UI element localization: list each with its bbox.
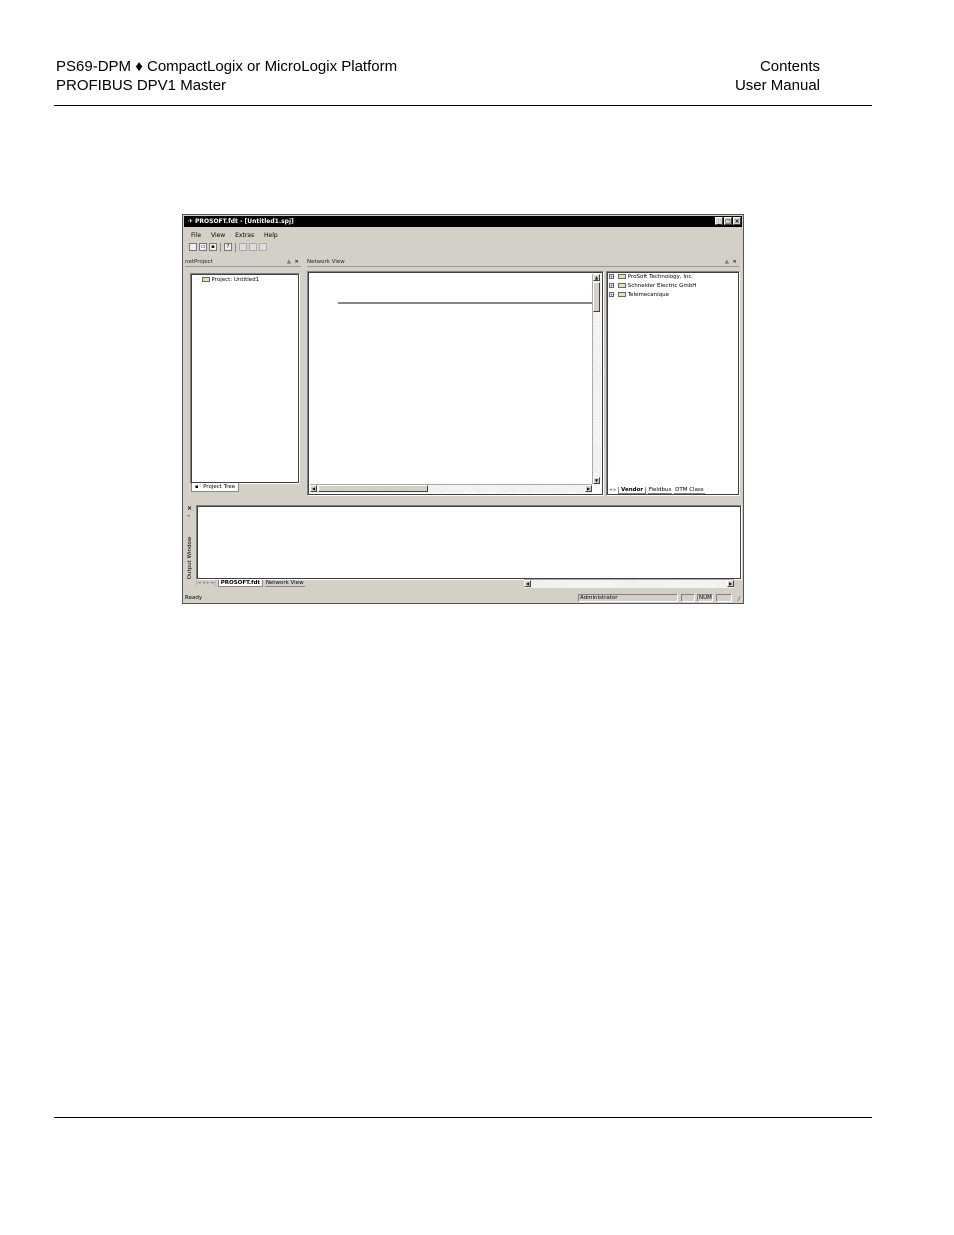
catalog-tree[interactable]: +· ProSoft Technology, Inc. +· Schneider E… xyxy=(606,271,740,496)
close-icon[interactable]: × xyxy=(733,217,741,225)
menu-file[interactable]: File xyxy=(191,232,201,239)
tree-item-vendor[interactable]: +· ProSoft Technology, Inc. xyxy=(609,274,693,281)
tab-nav-icon[interactable]: |◂ ◂ ▸ ▸| xyxy=(196,580,216,586)
tab-dtm-class[interactable]: DTM Class xyxy=(674,487,705,494)
collapse-icon[interactable]: ▲ xyxy=(725,259,729,266)
network-icon[interactable] xyxy=(239,243,247,251)
vertical-scrollbar[interactable]: ▲ ▼ xyxy=(592,274,601,484)
folder-icon xyxy=(617,274,626,279)
menu-view[interactable]: View xyxy=(211,232,225,239)
menu-extras[interactable]: Extras xyxy=(235,232,254,239)
new-file-icon[interactable] xyxy=(189,243,197,251)
header-rule xyxy=(54,105,872,106)
device-icon[interactable] xyxy=(249,243,257,251)
tab-project-tree[interactable]: ▪⁖ Project Tree xyxy=(191,483,240,492)
collapse-icon[interactable]: ◂ xyxy=(187,513,190,519)
tree-item-label: Project: Untitled1 xyxy=(211,277,260,283)
page-header-left: PS69-DPM ♦ CompactLogix or MicroLogix Pl… xyxy=(56,57,397,95)
menu-bar: File View Extras Help xyxy=(191,231,286,240)
horizontal-scrollbar[interactable]: ◀ ▶ xyxy=(310,484,592,493)
toolbar-separator xyxy=(220,243,221,252)
section-name: Contents xyxy=(759,58,820,75)
output-window[interactable] xyxy=(196,505,742,580)
close-pane-icon[interactable]: × xyxy=(294,259,299,266)
maximize-icon[interactable]: □ xyxy=(724,217,732,225)
manual-type: User Manual xyxy=(734,77,820,94)
output-tabs: |◂ ◂ ▸ ▸| PROSOFT.fdt Network View ◀ ▶ xyxy=(196,579,742,589)
scroll-up-icon[interactable]: ▲ xyxy=(593,274,600,281)
bus-line xyxy=(338,302,594,304)
minimize-icon[interactable]: _ xyxy=(715,217,723,225)
tree-item-vendor[interactable]: +· Schneider Electric GmbH xyxy=(609,283,696,290)
tab-label: Project Tree xyxy=(203,484,236,490)
folder-icon xyxy=(617,292,626,297)
app-icon: ✈ xyxy=(187,218,194,225)
status-text: Ready xyxy=(185,595,203,601)
open-folder-icon[interactable]: ▭ xyxy=(199,243,207,251)
tree-tab-icon: ▪⁖ xyxy=(195,484,202,490)
tab-network-view[interactable]: Network View xyxy=(264,580,305,587)
menu-help[interactable]: Help xyxy=(264,232,278,239)
resize-grip-icon[interactable]: ⁄⁄ xyxy=(738,595,740,603)
scroll-right-icon[interactable]: ▶ xyxy=(585,485,592,492)
status-num: NUM xyxy=(697,594,713,602)
folder-icon xyxy=(617,283,626,288)
status-panel-empty xyxy=(716,594,732,602)
scroll-thumb[interactable] xyxy=(593,282,600,312)
output-window-label: Output Window xyxy=(187,536,193,580)
status-panel-empty xyxy=(681,594,695,602)
status-bar: Ready Administrator NUM ⁄⁄ xyxy=(185,593,741,603)
tree-item-vendor[interactable]: +· Telemecanique xyxy=(609,292,669,299)
tab-fieldbus[interactable]: Fieldbus xyxy=(647,487,673,494)
project-pane-header: netProject ▲ × xyxy=(185,259,301,267)
project-pane-title: netProject xyxy=(185,259,213,265)
tree-item-label: ProSoft Technology, Inc. xyxy=(627,274,694,280)
close-pane-icon[interactable]: × xyxy=(732,259,737,266)
horizontal-scrollbar[interactable]: ◀ ▶ xyxy=(524,579,734,588)
title-bar: ✈ PROSOFT.fdt - [Untitled1.spj] _ □ × xyxy=(184,216,742,227)
tree-item-label: Schneider Electric GmbH xyxy=(627,283,697,289)
document-subtitle: PROFIBUS DPV1 Master xyxy=(56,77,227,94)
tree-item-project[interactable]: ·· Project: Untitled1 xyxy=(196,277,259,284)
tree-item-label: Telemecanique xyxy=(627,292,669,298)
page-header-right: Contents User Manual xyxy=(735,57,820,95)
footer-rule xyxy=(54,1117,872,1118)
tab-scroll-icon[interactable]: ◂ ▸ xyxy=(609,487,616,493)
help-icon[interactable]: ? xyxy=(224,243,232,251)
status-user: Administrator xyxy=(578,594,678,602)
folder-icon xyxy=(201,277,210,282)
network-view-canvas[interactable]: ▲ ▼ ◀ ▶ xyxy=(307,271,604,496)
tab-vendor[interactable]: Vendor xyxy=(618,487,647,494)
close-output-icon[interactable]: × xyxy=(187,505,192,512)
network-pane-title: Network View xyxy=(307,259,345,265)
document-title: PS69-DPM ♦ CompactLogix or MicroLogix Pl… xyxy=(56,58,398,75)
catalog-tabs: ◂ ▸ Vendor Fieldbus DTM Class xyxy=(609,486,705,494)
app-window-screenshot: ✈ PROSOFT.fdt - [Untitled1.spj] _ □ × File … xyxy=(182,214,744,604)
scroll-right-icon[interactable]: ▶ xyxy=(727,580,734,587)
collapse-icon[interactable]: ▲ xyxy=(287,259,291,266)
scroll-thumb[interactable] xyxy=(318,485,428,492)
scroll-left-icon[interactable]: ◀ xyxy=(310,485,317,492)
network-pane-header: Network View ▲ × xyxy=(307,259,739,267)
window-title: PROSOFT.fdt - [Untitled1.spj] xyxy=(195,218,294,225)
toolbar-separator xyxy=(235,243,236,252)
output-window-handle: × ◂ Output Window xyxy=(185,505,195,589)
scroll-down-icon[interactable]: ▼ xyxy=(593,477,600,484)
scroll-left-icon[interactable]: ◀ xyxy=(524,580,531,587)
toolbar: ▭ ▪? xyxy=(189,243,269,253)
project-tree[interactable]: ·· Project: Untitled1 xyxy=(190,273,300,484)
save-icon[interactable]: ▪ xyxy=(209,243,217,251)
tab-prosoft-fdt[interactable]: PROSOFT.fdt xyxy=(217,580,264,587)
catalog-icon[interactable] xyxy=(259,243,267,251)
